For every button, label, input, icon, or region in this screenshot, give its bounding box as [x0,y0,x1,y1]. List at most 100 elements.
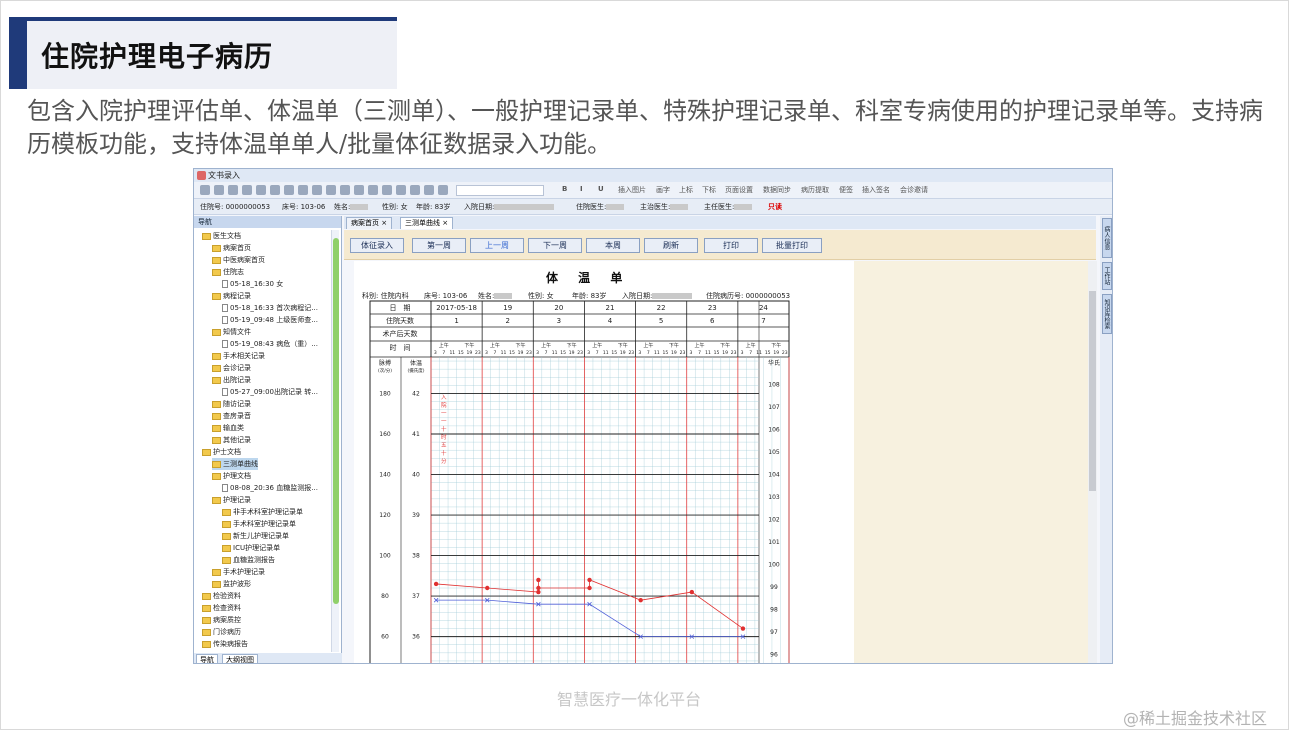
hour-tick-label: 23 [526,350,532,356]
doc-scroll-thumb[interactable] [1089,291,1096,491]
toolbar-icon[interactable] [326,185,336,195]
navigation-panel: 导航 医生文档 病案首页 中医病案首页 住院志 05-18_16:30 女病程记录 05-… [194,216,342,663]
toolbar-icon[interactable] [298,185,308,195]
format-i-button[interactable]: I [580,185,583,193]
toolbar-icon[interactable] [438,185,448,195]
fahrenheit-tick-label: 101 [768,539,780,546]
tree-node[interactable]: 病程记录 [212,290,251,302]
nav-scroll-thumb[interactable] [333,238,339,604]
tree-node[interactable]: ICU护理记录单 [222,542,280,554]
tree-node[interactable]: 医生文档 [202,230,241,242]
format-b-button[interactable]: B [562,185,567,193]
tree-node[interactable]: 手术护理记录 [212,566,265,578]
toolbar-item[interactable]: 插入签名 [862,185,890,195]
tree-node-label: 门诊病历 [213,628,241,636]
first-week-button[interactable]: 第一周 [412,238,466,253]
tree-node[interactable]: 中医病案首页 [212,254,265,266]
toolbar-icon[interactable] [242,185,252,195]
tree-node[interactable]: 05-19_09:48 上级医师查... [222,314,318,326]
prev-week-button[interactable]: 上一周 [470,238,524,253]
vitals-entry-button[interactable]: 体征录入 [350,238,404,253]
toolbar-item[interactable]: 上标 [679,185,693,195]
temperature-chart-svg: 日 期住院天数术产后天数时 间2017-05-181上午 下午3 7 11 15 19 23… [369,300,790,663]
tree-node-label: 病程记录 [223,292,251,300]
tree-node[interactable]: 知情文件 [212,326,251,338]
toolbar-icon[interactable] [396,185,406,195]
format-u-button[interactable]: U [598,185,604,193]
toolbar-icon[interactable] [200,185,210,195]
side-tab-patient-info[interactable]: 病人信息 [1102,218,1112,258]
tree-node[interactable]: 新生儿护理记录单 [222,530,289,542]
tree-node[interactable]: 手术相关记录 [212,350,265,362]
toolbar-icon[interactable] [214,185,224,195]
this-week-button[interactable]: 本周 [586,238,640,253]
tree-node[interactable]: 非手术科室护理记录单 [222,506,303,518]
toolbar-item[interactable]: 下标 [702,185,716,195]
tree-node[interactable]: 出院记录 [212,374,251,386]
doc-tab-case-home[interactable]: 病案首页 × [346,217,393,229]
tab-navigation[interactable]: 导航 [196,654,218,663]
toolbar-icon[interactable] [382,185,392,195]
toolbar-item[interactable]: 画字 [656,185,670,195]
doc-scrollbar[interactable] [1088,261,1097,663]
tree-node[interactable]: 护士文档 [202,446,241,458]
tab-outline[interactable]: 大纲视图 [222,654,258,663]
toolbar-item[interactable]: 病历提取 [801,185,829,195]
period-label: 下午 [515,342,525,349]
tree-node[interactable]: 检验资料 [202,590,241,602]
tree-node[interactable]: 三测单曲线 [212,458,258,470]
tree-node[interactable]: 随访记录 [212,398,251,410]
tree-node[interactable]: 05-19_08:43 病危（重）... [222,338,318,350]
period-label: 下午 [464,342,474,349]
toolbar-icon[interactable] [368,185,378,195]
title-accent-top [9,17,397,21]
tree-node[interactable]: 监护波形 [212,578,251,590]
tree-node[interactable]: 血糖监测报告 [222,554,275,566]
pulse-tick-label: 120 [379,512,391,519]
tree-node[interactable]: 护理文档 [212,470,251,482]
tree-node[interactable]: 08-08_20:36 血糖监测报... [222,482,318,494]
toolbar-icon[interactable] [228,185,238,195]
tree-node[interactable]: 查房录音 [212,410,251,422]
toolbar-item[interactable]: 插入图片 [618,185,646,195]
next-week-button[interactable]: 下一周 [528,238,582,253]
toolbar-icon[interactable] [340,185,350,195]
toolbar-icon[interactable] [284,185,294,195]
folder-icon [212,580,221,588]
toolbar-item[interactable]: 页面设置 [725,185,753,195]
folder-icon [212,244,221,252]
tree-node[interactable]: 传染病报告 [202,638,248,650]
toolbar-icon[interactable] [354,185,364,195]
tree-node[interactable]: 门诊病历 [202,626,241,638]
toolbar-item[interactable]: 数据同步 [763,185,791,195]
doc-tab-tpr-chart[interactable]: 三测单曲线 × [400,217,454,229]
nav-scrollbar[interactable] [331,230,339,652]
toolbar-icon[interactable] [270,185,280,195]
tree-node[interactable]: 05-18_16:33 首次病程记... [222,302,318,314]
temp-tick-label: 40 [412,472,420,479]
toolbar-icon[interactable] [410,185,420,195]
toolbar-item[interactable]: 会诊邀请 [900,185,928,195]
tree-node[interactable]: 05-18_16:30 女 [222,278,283,290]
tree-node[interactable]: 病案质控 [202,614,241,626]
tree-node[interactable]: 护理记录 [212,494,251,506]
refresh-button[interactable]: 刷新 [644,238,698,253]
tree-node[interactable]: 其他记录 [212,434,251,446]
print-button[interactable]: 打印 [704,238,758,253]
tree-node[interactable]: 会诊记录 [212,362,251,374]
toolbar-icon[interactable] [424,185,434,195]
batch-print-button[interactable]: 批量打印 [762,238,822,253]
folder-icon [212,436,221,444]
tree-node[interactable]: 手术科室护理记录单 [222,518,296,530]
tree-node[interactable]: 病案首页 [212,242,251,254]
side-tab-knowledge[interactable]: 知识库检索 [1102,294,1112,334]
toolbar-icon[interactable] [312,185,322,195]
font-size-combo[interactable] [456,185,544,196]
tree-node[interactable]: 检查资料 [202,602,241,614]
toolbar-icon[interactable] [256,185,266,195]
tree-node[interactable]: 05-27_09:00出院记录 转... [222,386,318,398]
side-tab-workstation[interactable]: 工作站 [1102,262,1112,290]
tree-node[interactable]: 输血类 [212,422,244,434]
toolbar-item[interactable]: 便签 [839,185,853,195]
tree-node[interactable]: 住院志 [212,266,244,278]
